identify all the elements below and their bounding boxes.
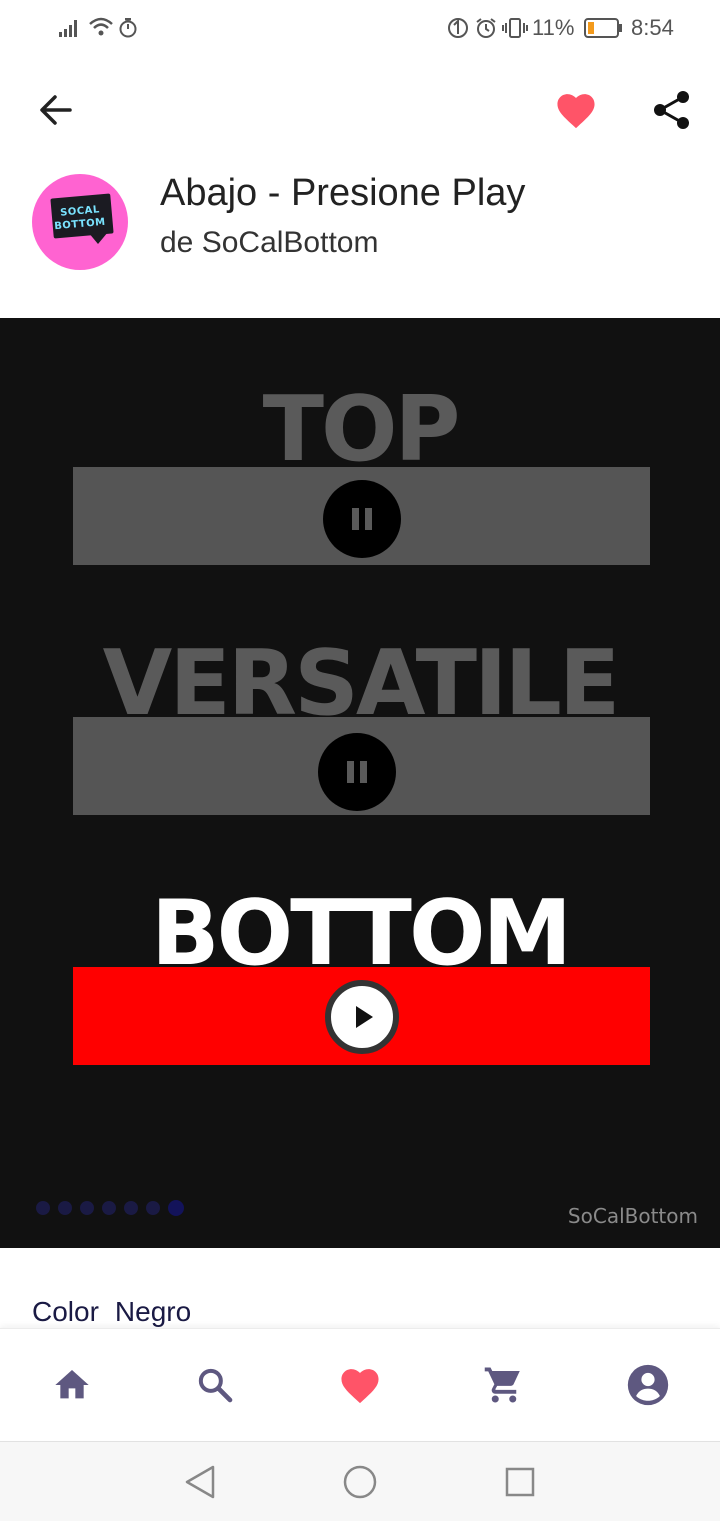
timer-icon xyxy=(119,18,137,38)
system-back-button[interactable] xyxy=(180,1462,220,1502)
system-navigation-bar xyxy=(0,1441,720,1521)
share-button[interactable] xyxy=(646,84,698,136)
carousel-dot[interactable] xyxy=(80,1201,94,1215)
nav-account[interactable] xyxy=(620,1357,676,1413)
product-title: Abajo - Presione Play xyxy=(160,172,526,214)
heart-icon xyxy=(557,94,595,129)
vibrate-icon xyxy=(502,18,528,38)
pause-icon xyxy=(352,508,372,530)
carousel-dot[interactable] xyxy=(124,1201,138,1215)
cart-icon xyxy=(484,1367,520,1403)
carousel-dot[interactable] xyxy=(102,1201,116,1215)
clock: 8:54 xyxy=(631,15,674,40)
system-recents-button[interactable] xyxy=(500,1462,540,1502)
signal-icon xyxy=(59,20,77,37)
image-watermark: SoCalBottom xyxy=(567,1204,698,1228)
arrow-back-icon xyxy=(40,95,72,125)
color-value: Negro xyxy=(114,1296,192,1327)
carousel-dot[interactable] xyxy=(36,1201,50,1215)
account-icon xyxy=(627,1364,669,1406)
play-icon xyxy=(356,1006,373,1028)
product-image-carousel[interactable]: TOP VERSATILE BOTTOM SoCalBottom xyxy=(0,318,720,1248)
share-icon xyxy=(654,91,689,129)
pause-button-top[interactable] xyxy=(323,480,401,558)
carousel-dot[interactable] xyxy=(146,1201,160,1215)
color-row: Color Negro xyxy=(32,1296,191,1328)
square-recents-icon xyxy=(505,1467,535,1497)
carousel-dots xyxy=(36,1198,184,1218)
play-button-bottom[interactable] xyxy=(325,980,399,1054)
color-label: Color xyxy=(32,1296,99,1327)
store-name[interactable]: de SoCalBottom xyxy=(160,226,378,260)
status-bar: 11% 8:54 xyxy=(0,0,720,56)
heart-icon xyxy=(341,1369,379,1404)
system-home-button[interactable] xyxy=(340,1462,380,1502)
carousel-dot[interactable] xyxy=(58,1201,72,1215)
nav-search[interactable] xyxy=(187,1357,243,1413)
circle-home-icon xyxy=(343,1465,377,1499)
battery-percent: 11% xyxy=(532,15,575,40)
alarm-icon xyxy=(476,18,496,38)
search-icon xyxy=(198,1368,233,1403)
back-button[interactable] xyxy=(30,84,82,136)
triangle-back-icon xyxy=(185,1465,215,1499)
pause-button-versatile[interactable] xyxy=(318,733,396,811)
carousel-dot-active[interactable] xyxy=(168,1200,184,1216)
pause-icon xyxy=(347,761,367,783)
bottom-navigation xyxy=(0,1328,720,1441)
data-saver-icon xyxy=(448,18,468,38)
battery-icon xyxy=(584,18,622,38)
wifi-icon xyxy=(89,17,113,36)
store-logo[interactable]: SOCAL BOTTOM xyxy=(32,174,128,270)
nav-home[interactable] xyxy=(44,1357,100,1413)
favorite-button[interactable] xyxy=(550,84,602,136)
word-top: TOP xyxy=(262,377,461,482)
nav-favorites[interactable] xyxy=(332,1357,388,1413)
nav-cart[interactable] xyxy=(476,1357,532,1413)
home-icon xyxy=(55,1370,89,1399)
